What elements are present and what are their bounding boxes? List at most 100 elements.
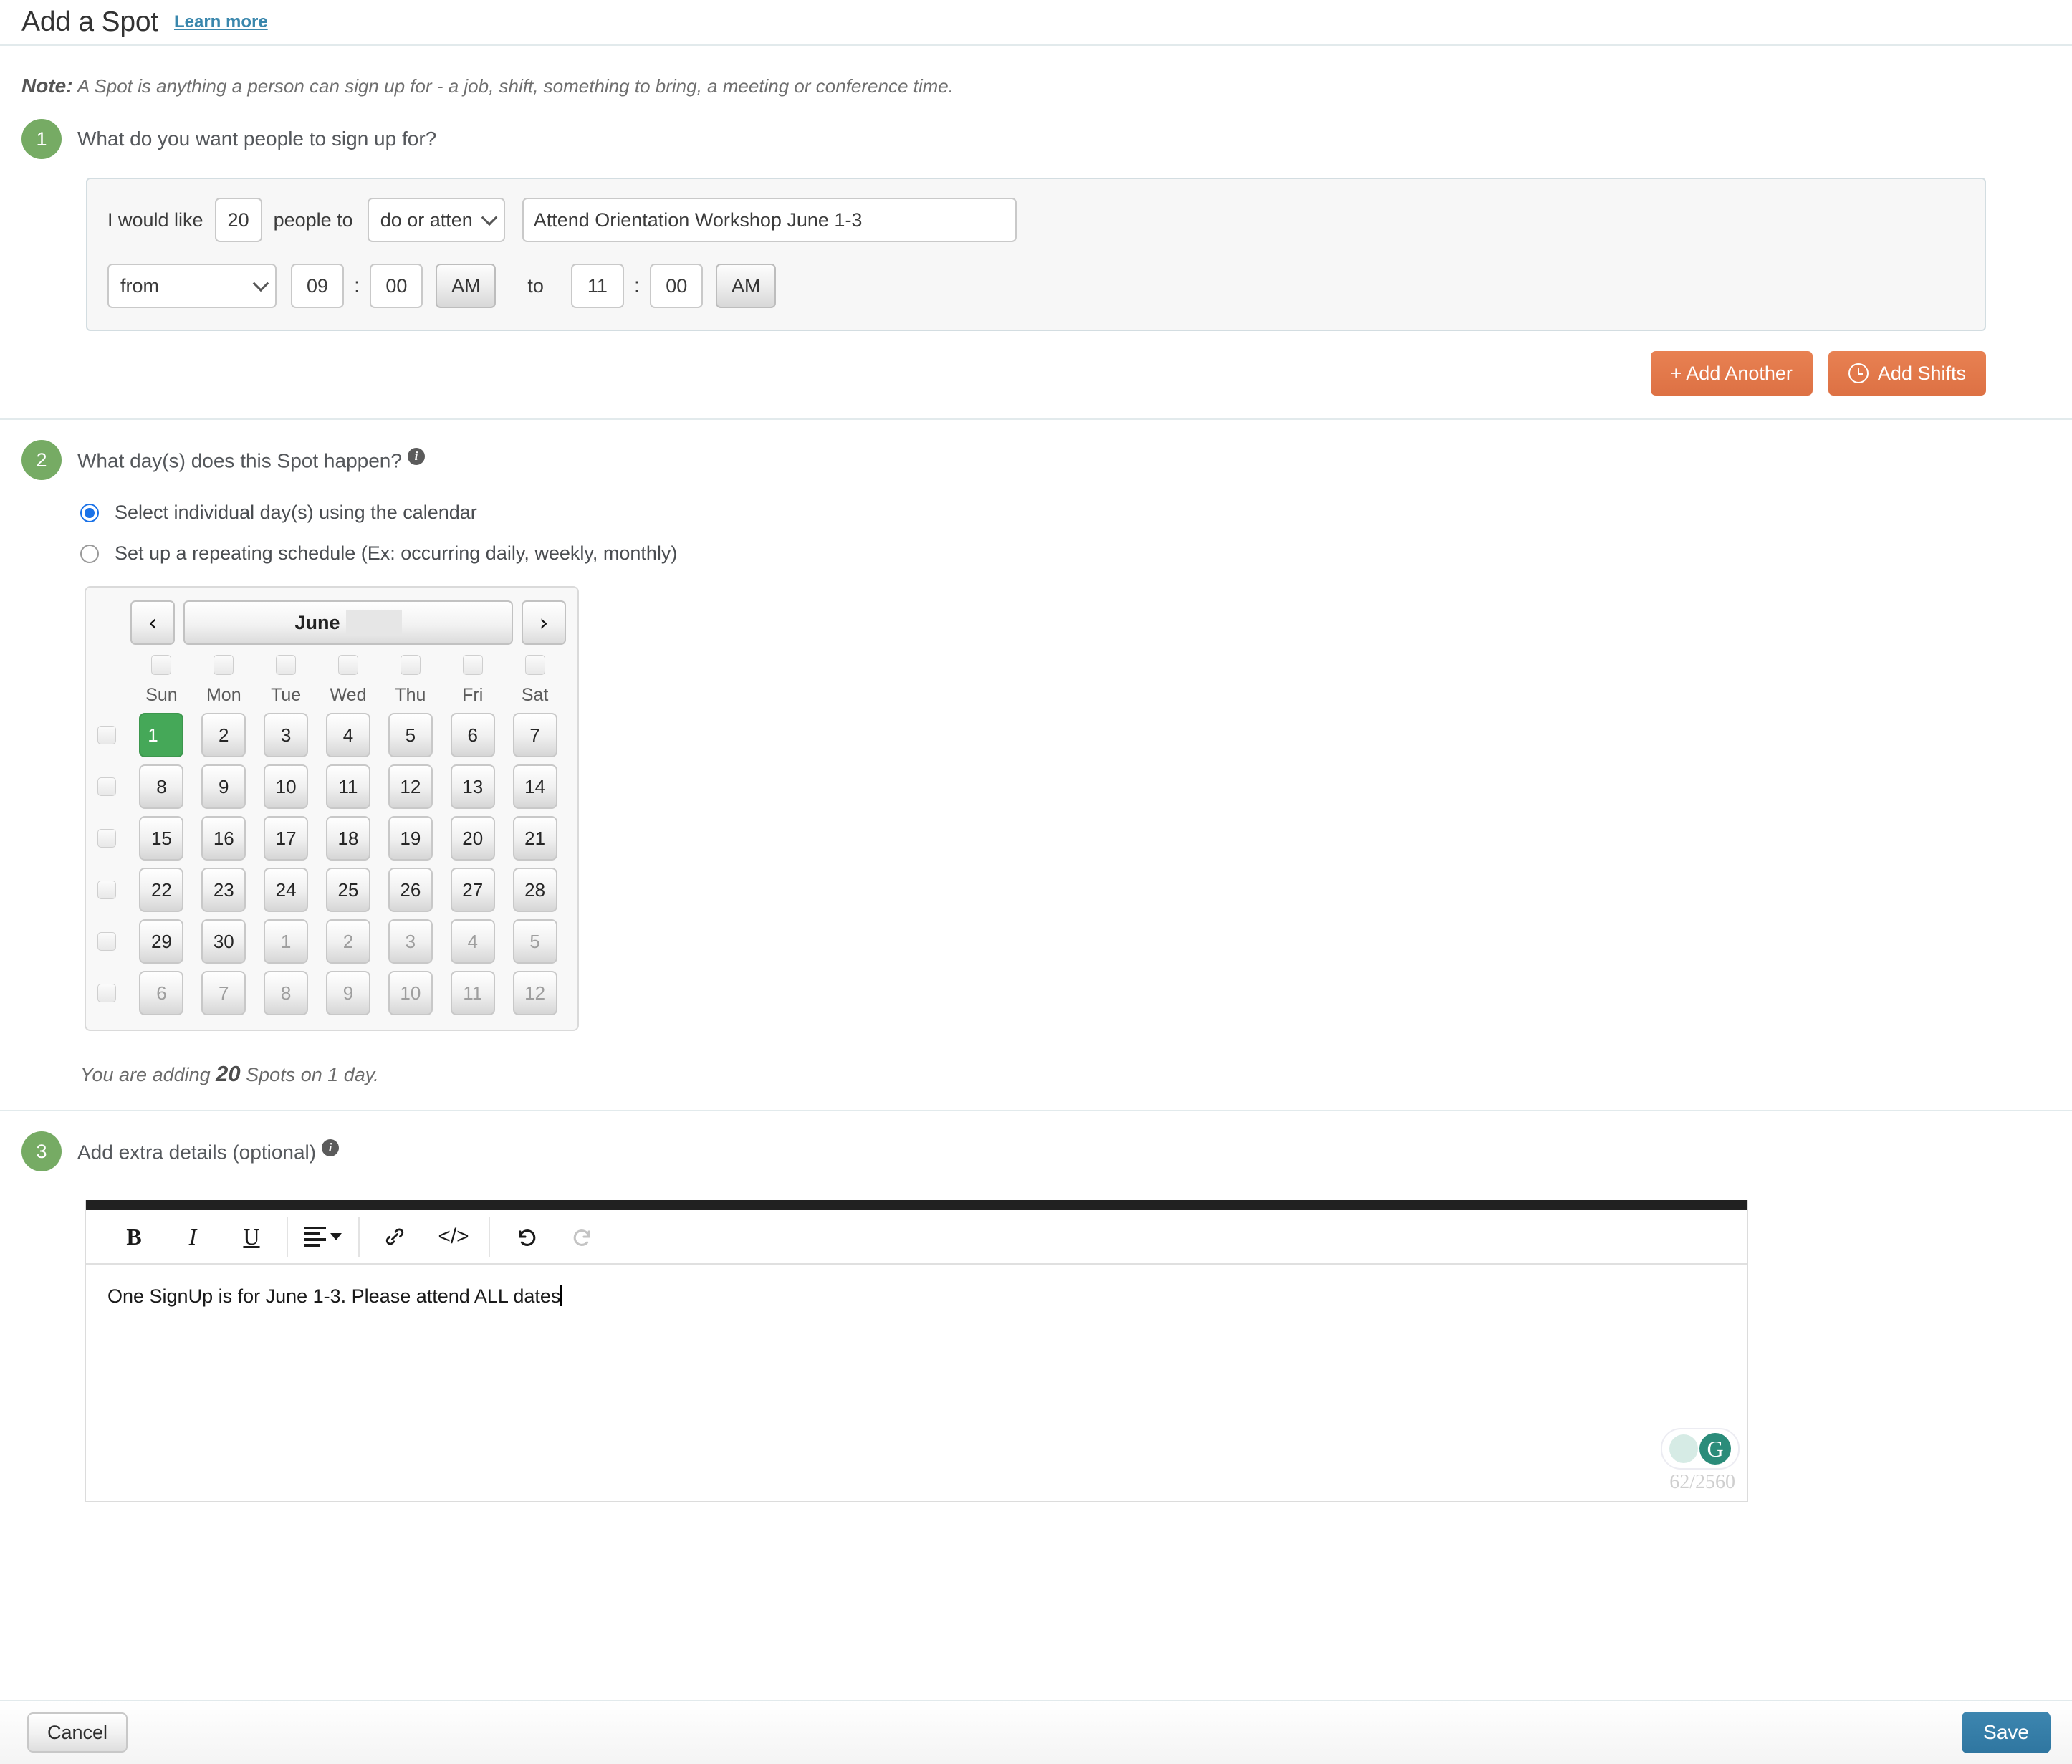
- month-year-button[interactable]: June: [183, 600, 513, 645]
- radio-repeating-schedule[interactable]: Set up a repeating schedule (Ex: occurri…: [80, 542, 2072, 565]
- time-mode-value: from: [120, 274, 159, 297]
- column-checkbox-tue[interactable]: [276, 655, 297, 675]
- editor-content-area[interactable]: One SignUp is for June 1-3. Please atten…: [86, 1265, 1747, 1501]
- time-mode-select[interactable]: from: [107, 264, 277, 308]
- calendar-day[interactable]: 7: [201, 971, 246, 1015]
- calendar-day[interactable]: 21: [512, 816, 557, 861]
- underline-button[interactable]: U: [222, 1209, 281, 1264]
- add-shifts-button[interactable]: Add Shifts: [1828, 351, 1986, 396]
- calendar-month-label: June: [294, 611, 340, 633]
- calendar-day[interactable]: 12: [512, 971, 557, 1015]
- align-dropdown-button[interactable]: [294, 1209, 352, 1264]
- calendar-day[interactable]: 6: [450, 713, 495, 757]
- calendar-cell: 2: [317, 919, 380, 964]
- column-checkbox-thu[interactable]: [400, 655, 421, 675]
- radio-button-icon[interactable]: [80, 503, 99, 522]
- calendar-day[interactable]: 20: [450, 816, 495, 861]
- italic-button[interactable]: I: [163, 1209, 222, 1264]
- info-icon[interactable]: i: [407, 447, 425, 465]
- week-checkbox[interactable]: [97, 984, 116, 1002]
- calendar-day[interactable]: 24: [264, 868, 309, 912]
- quantity-input[interactable]: [214, 198, 262, 242]
- calendar-day[interactable]: 7: [512, 713, 557, 757]
- undo-button[interactable]: [496, 1209, 555, 1264]
- next-month-button[interactable]: ›: [522, 600, 566, 645]
- column-checkbox-sat[interactable]: [524, 655, 545, 675]
- column-checkbox-fri[interactable]: [462, 655, 483, 675]
- prev-month-button[interactable]: ‹: [130, 600, 175, 645]
- calendar-cell: 4: [441, 919, 504, 964]
- calendar-day[interactable]: 3: [264, 713, 309, 757]
- calendar-cell: 2: [193, 713, 255, 757]
- calendar-day[interactable]: 1: [264, 919, 309, 964]
- calendar-day[interactable]: 4: [326, 713, 370, 757]
- dow-label: Tue: [271, 685, 302, 705]
- cancel-button[interactable]: Cancel: [27, 1712, 128, 1753]
- redo-button[interactable]: [555, 1209, 613, 1264]
- calendar-day[interactable]: 2: [326, 919, 370, 964]
- calendar-cell: 1: [255, 919, 317, 964]
- calendar-day[interactable]: 8: [264, 971, 309, 1015]
- column-checkbox-sun[interactable]: [151, 655, 172, 675]
- calendar-day[interactable]: 13: [450, 764, 495, 809]
- calendar-day[interactable]: 29: [139, 919, 184, 964]
- calendar-day[interactable]: 9: [201, 764, 246, 809]
- end-hour-input[interactable]: [570, 264, 624, 308]
- week-checkbox[interactable]: [97, 932, 116, 951]
- radio-button-icon[interactable]: [80, 544, 99, 563]
- calendar-day[interactable]: 11: [450, 971, 495, 1015]
- calendar-day[interactable]: 12: [388, 764, 433, 809]
- calendar-day[interactable]: 11: [326, 764, 370, 809]
- column-checkbox-mon[interactable]: [214, 655, 234, 675]
- calendar-day[interactable]: 1: [139, 713, 184, 757]
- calendar-day[interactable]: 26: [388, 868, 433, 912]
- radio-select-individual-days[interactable]: Select individual day(s) using the calen…: [80, 502, 2072, 524]
- calendar-day[interactable]: 30: [201, 919, 246, 964]
- calendar-day[interactable]: 27: [450, 868, 495, 912]
- calendar-day[interactable]: 19: [388, 816, 433, 861]
- start-minute-input[interactable]: [370, 264, 423, 308]
- calendar-day[interactable]: 5: [512, 919, 557, 964]
- spot-title-input[interactable]: [522, 198, 1017, 242]
- calendar-day[interactable]: 16: [201, 816, 246, 861]
- calendar-day[interactable]: 14: [512, 764, 557, 809]
- calendar-day[interactable]: 2: [201, 713, 246, 757]
- calendar-day[interactable]: 28: [512, 868, 557, 912]
- week-checkbox[interactable]: [97, 829, 116, 848]
- calendar-day[interactable]: 8: [139, 764, 184, 809]
- end-meridiem-button[interactable]: AM: [716, 264, 777, 308]
- calendar-day[interactable]: 22: [139, 868, 184, 912]
- calendar-cell: 7: [504, 713, 566, 757]
- calendar-day[interactable]: 9: [326, 971, 370, 1015]
- week-checkbox[interactable]: [97, 881, 116, 899]
- source-code-button[interactable]: </>: [424, 1209, 483, 1264]
- save-button[interactable]: Save: [1962, 1712, 2051, 1753]
- calendar-day[interactable]: 3: [388, 919, 433, 964]
- insert-link-button[interactable]: [365, 1209, 424, 1264]
- end-minute-input[interactable]: [650, 264, 704, 308]
- calendar-day[interactable]: 4: [450, 919, 495, 964]
- calendar-day[interactable]: 5: [388, 713, 433, 757]
- calendar-day[interactable]: 10: [388, 971, 433, 1015]
- calendar-day[interactable]: 6: [139, 971, 184, 1015]
- start-meridiem-button[interactable]: AM: [436, 264, 497, 308]
- grammarly-widget[interactable]: G: [1661, 1428, 1740, 1470]
- week-checkbox[interactable]: [97, 777, 116, 796]
- calendar-day[interactable]: 17: [264, 816, 309, 861]
- add-another-button[interactable]: + Add Another: [1650, 351, 1813, 396]
- calendar-day[interactable]: 18: [326, 816, 370, 861]
- calendar-day[interactable]: 23: [201, 868, 246, 912]
- start-hour-input[interactable]: [291, 264, 344, 308]
- day-mode-radio-group: Select individual day(s) using the calen…: [0, 480, 2072, 565]
- learn-more-link[interactable]: Learn more: [174, 12, 268, 32]
- week-checkbox-wrapper: [97, 726, 130, 744]
- action-select[interactable]: do or atten: [367, 198, 505, 242]
- info-icon[interactable]: i: [322, 1139, 340, 1156]
- calendar: ‹ June › Sun Mon Tue Wed Thu Fri Sat 123…: [85, 586, 579, 1031]
- bold-button[interactable]: B: [105, 1209, 163, 1264]
- week-checkbox[interactable]: [97, 726, 116, 744]
- calendar-day[interactable]: 15: [139, 816, 184, 861]
- calendar-day[interactable]: 25: [326, 868, 370, 912]
- calendar-day[interactable]: 10: [264, 764, 309, 809]
- column-checkbox-wed[interactable]: [338, 655, 358, 675]
